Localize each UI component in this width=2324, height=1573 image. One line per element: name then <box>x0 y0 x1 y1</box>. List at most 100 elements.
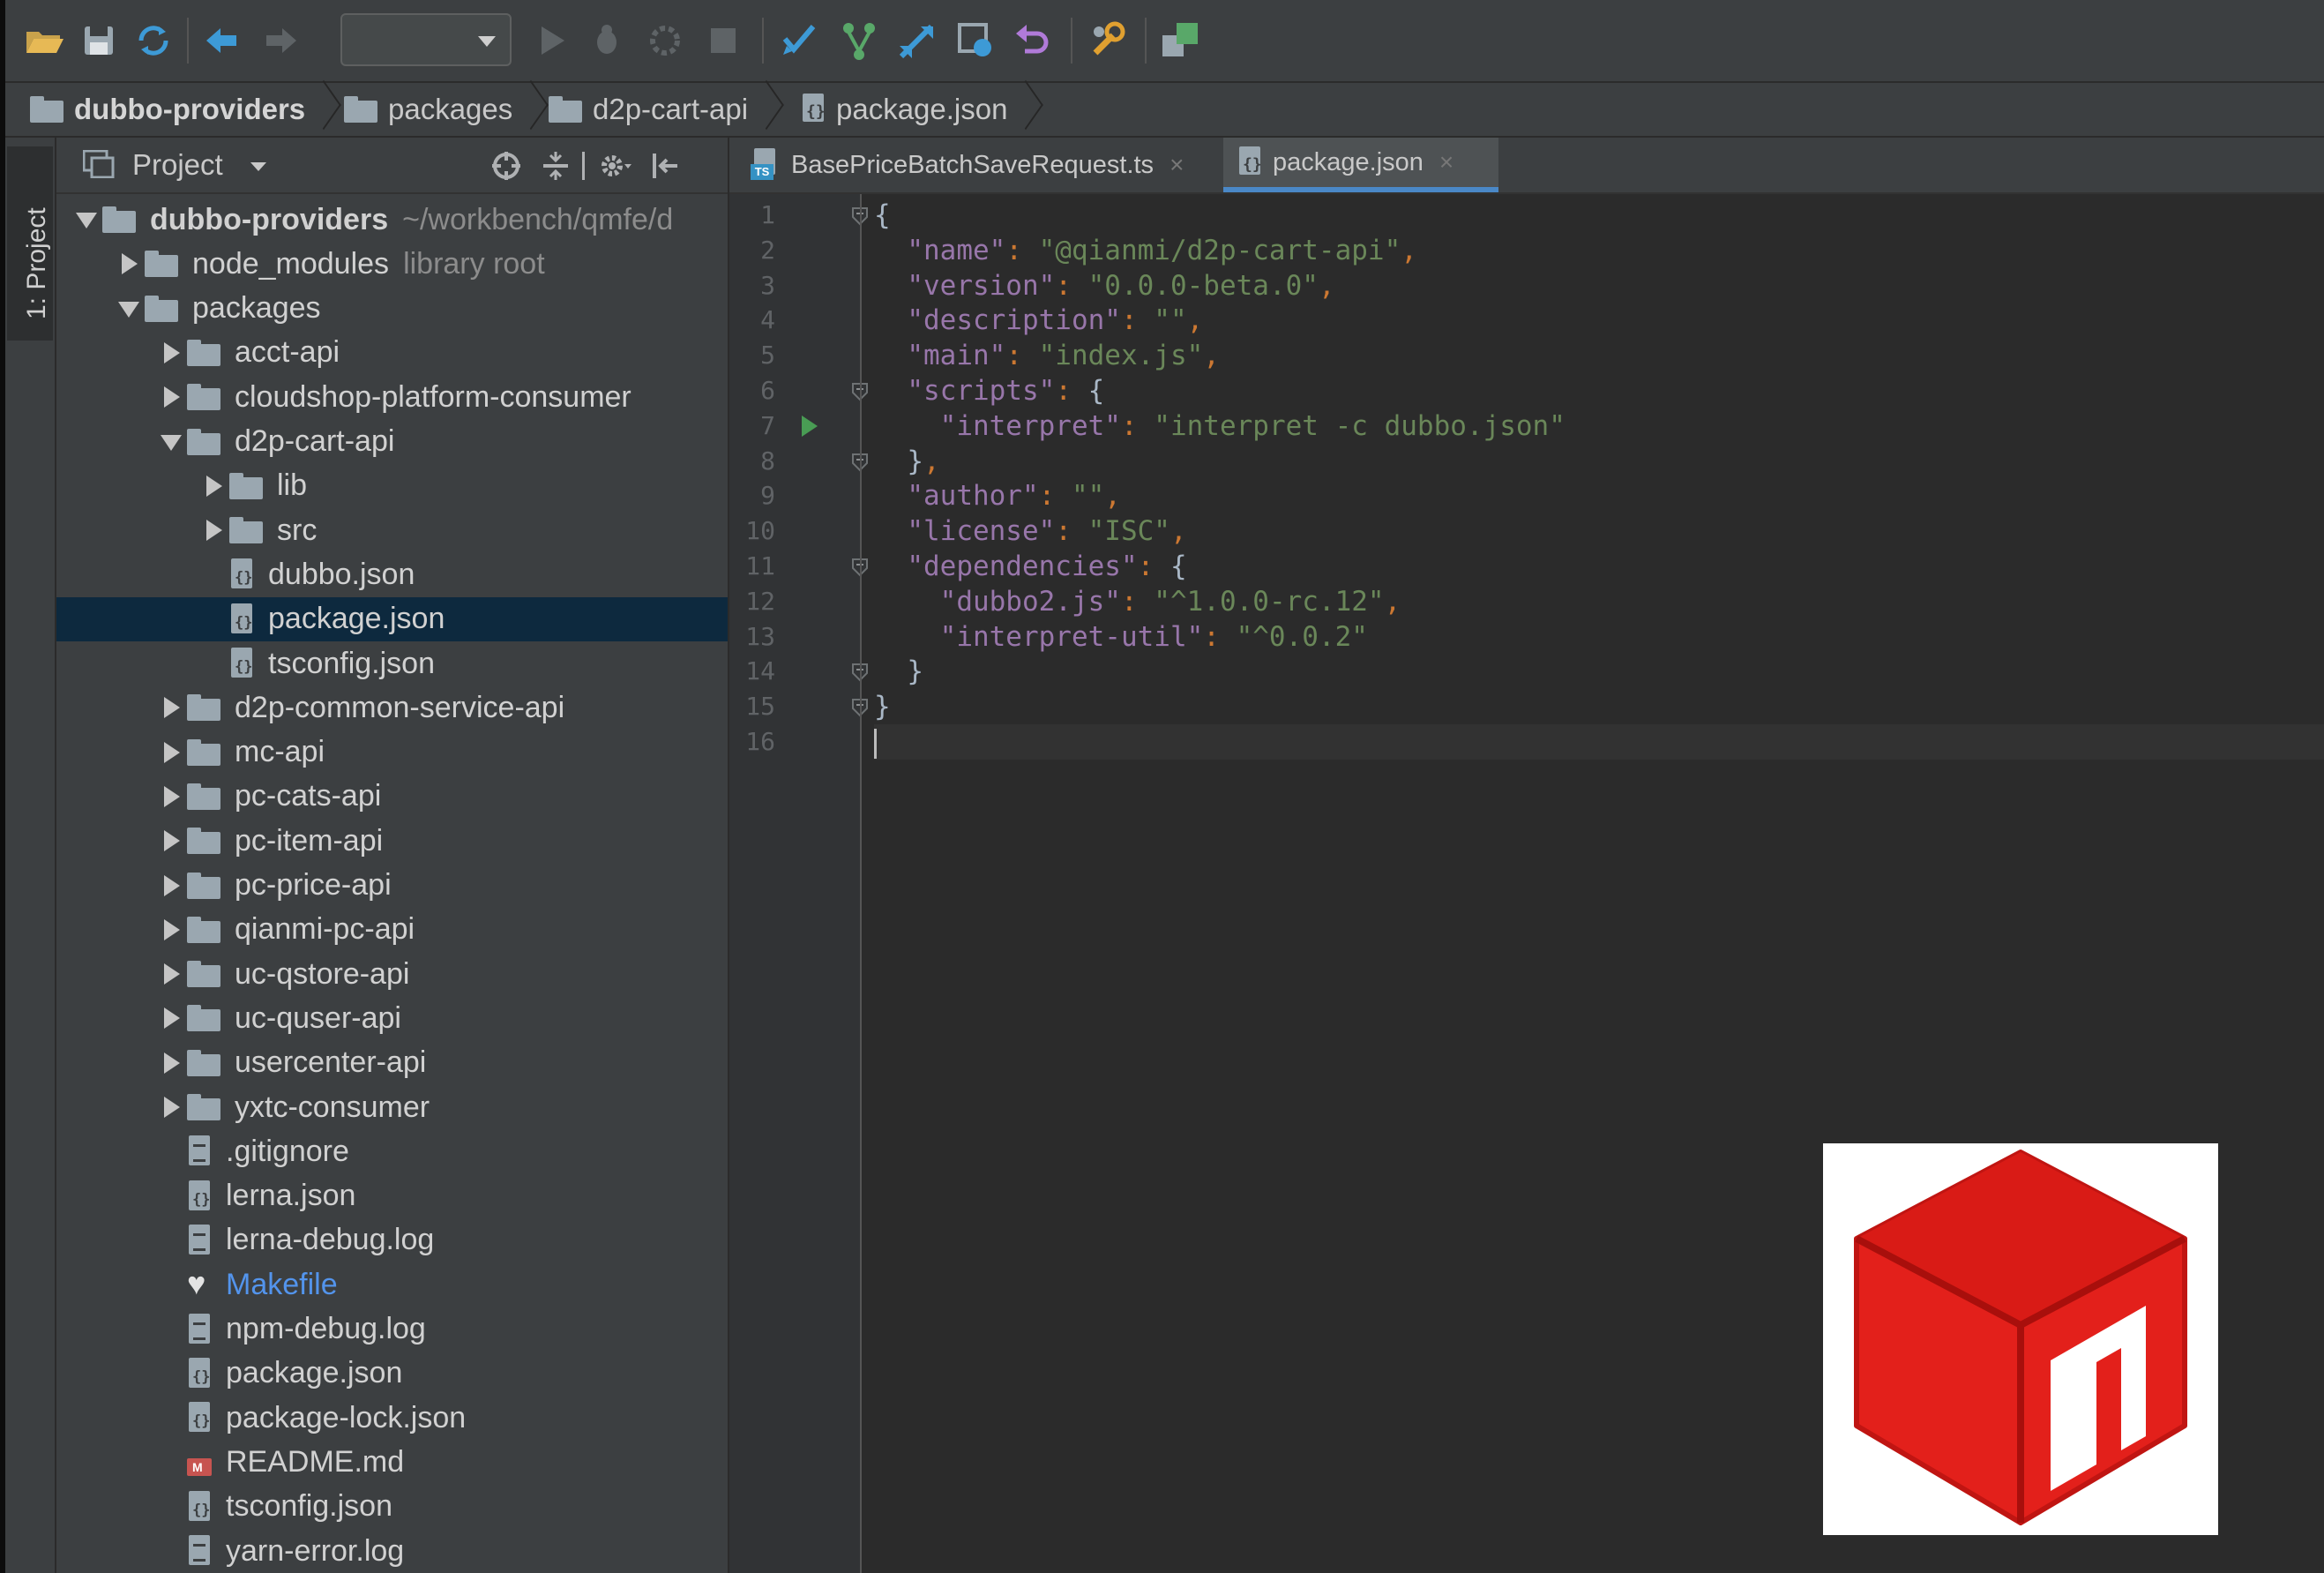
tree-item[interactable]: .gitignore <box>56 1129 728 1173</box>
chevron-right-icon[interactable] <box>155 331 187 375</box>
breadcrumb-item-package-json[interactable]: package.json <box>801 83 1032 136</box>
tab-package-json[interactable]: package.json × <box>1223 138 1498 192</box>
chevron-right-icon[interactable] <box>155 1041 187 1085</box>
collapse-all-icon[interactable] <box>538 150 573 182</box>
line-number-gutter[interactable]: 1 2 3 4 5 6 7 8 9 10 11 12 13 14 15 16 <box>729 194 868 1573</box>
chevron-right-icon[interactable] <box>155 952 187 996</box>
tree-item[interactable]: dubbo.json <box>56 552 728 596</box>
code-line[interactable]: "main": "index.js", <box>874 338 2324 373</box>
tree-item[interactable]: package-lock.json <box>56 1396 728 1440</box>
chevron-right-icon[interactable] <box>113 242 145 286</box>
tree-item[interactable]: d2p-cart-api <box>56 420 728 464</box>
chevron-right-icon[interactable] <box>155 375 187 419</box>
code-line[interactable]: "license": "ISC", <box>874 513 2324 549</box>
tree-item[interactable]: lib <box>56 464 728 508</box>
chevron-right-icon[interactable] <box>155 908 187 952</box>
code-line[interactable]: }, <box>874 444 2324 479</box>
tree-item[interactable]: d2p-common-service-api <box>56 685 728 730</box>
code-line[interactable]: } <box>874 689 2324 724</box>
tree-item[interactable]: tsconfig.json <box>56 641 728 685</box>
tree-item[interactable]: yxtc-consumer <box>56 1085 728 1129</box>
hide-panel-icon[interactable] <box>649 150 684 182</box>
breadcrumb-item-d2p-cart-api[interactable]: d2p-cart-api <box>549 83 773 136</box>
tree-item[interactable]: yarn-error.log <box>56 1529 728 1573</box>
tree-item[interactable]: pc-price-api <box>56 864 728 908</box>
open-folder-icon[interactable] <box>23 19 65 62</box>
tree-item[interactable]: src <box>56 508 728 552</box>
code-line[interactable]: "dubbo2.js": "^1.0.0-rc.12", <box>874 584 2324 619</box>
close-icon[interactable]: × <box>1169 151 1184 179</box>
code-line[interactable]: "author": "", <box>874 478 2324 513</box>
tree-item[interactable]: npm-debug.log <box>56 1307 728 1352</box>
tree-item[interactable]: Makefile <box>56 1262 728 1307</box>
chevron-right-icon[interactable] <box>155 1085 187 1129</box>
tree-item[interactable]: qianmi-pc-api <box>56 908 728 952</box>
tree-item[interactable]: mc-api <box>56 730 728 775</box>
gear-icon[interactable] <box>598 150 633 182</box>
breadcrumb-item-dubbo-providers[interactable]: dubbo-providers <box>30 83 330 136</box>
code-line[interactable] <box>874 724 2324 760</box>
code-line[interactable]: "name": "@qianmi/d2p-cart-api", <box>874 233 2324 268</box>
chevron-right-icon[interactable] <box>155 996 187 1040</box>
code-line[interactable]: "description": "", <box>874 303 2324 338</box>
code-line[interactable]: } <box>874 654 2324 689</box>
scroll-from-source-icon[interactable] <box>489 150 524 182</box>
tree-item[interactable]: tsconfig.json <box>56 1485 728 1529</box>
run-script-icon[interactable] <box>802 415 818 437</box>
tree-item[interactable]: uc-quser-api <box>56 996 728 1040</box>
tree-item[interactable]: uc-qstore-api <box>56 952 728 996</box>
chevron-right-icon[interactable] <box>155 685 187 730</box>
code-line[interactable]: "scripts": { <box>874 373 2324 408</box>
coverage-icon[interactable] <box>644 19 686 62</box>
revert-icon[interactable] <box>1013 19 1055 62</box>
settings-wrench-icon[interactable] <box>1087 19 1129 62</box>
project-tool-window-button[interactable]: 1: Project <box>7 146 53 341</box>
forward-arrow-icon[interactable] <box>259 19 302 62</box>
tree-item[interactable]: README.md <box>56 1440 728 1484</box>
tab-basepricebatchsaverequest-ts[interactable]: BasePriceBatchSaveRequest.ts × <box>738 138 1196 192</box>
tree-item[interactable]: package.json <box>56 596 728 641</box>
run-icon[interactable] <box>531 19 573 62</box>
tree-item[interactable]: node_modules library root <box>56 242 728 286</box>
tree-item[interactable]: packages <box>56 287 728 331</box>
chevron-right-icon[interactable] <box>155 775 187 819</box>
breadcrumb-item-packages[interactable]: packages <box>344 83 537 136</box>
debug-icon[interactable] <box>586 19 628 62</box>
code-line[interactable]: { <box>874 198 2324 233</box>
code-line[interactable]: "interpret-util": "^0.0.2" <box>874 619 2324 655</box>
tree-item[interactable]: usercenter-api <box>56 1041 728 1085</box>
stop-icon[interactable] <box>702 19 744 62</box>
chevron-down-icon[interactable] <box>155 420 187 464</box>
tree-item[interactable]: dubbo-providers ~/workbench/qmfe/d <box>56 198 728 242</box>
close-icon[interactable]: × <box>1439 148 1453 176</box>
save-icon[interactable] <box>78 19 120 62</box>
vcs-update-icon[interactable] <box>778 19 820 62</box>
back-arrow-icon[interactable] <box>201 19 243 62</box>
project-view-selector[interactable]: Project <box>132 146 223 184</box>
tree-item[interactable]: package.json <box>56 1352 728 1396</box>
chevron-right-icon[interactable] <box>155 730 187 775</box>
tree-item[interactable]: pc-cats-api <box>56 775 728 819</box>
chevron-right-icon[interactable] <box>155 819 187 863</box>
chevron-right-icon[interactable] <box>155 864 187 908</box>
run-configuration-select[interactable] <box>340 13 512 66</box>
sync-icon[interactable] <box>132 19 175 62</box>
vcs-branch-icon[interactable] <box>838 19 880 62</box>
chevron-down-icon[interactable] <box>250 162 266 171</box>
code-line[interactable]: "interpret": "interpret -c dubbo.json" <box>874 408 2324 444</box>
chevron-down-icon[interactable] <box>113 287 145 331</box>
project-structure-icon[interactable] <box>1159 19 1201 62</box>
vcs-history-icon[interactable] <box>954 19 997 62</box>
tree-item[interactable]: lerna-debug.log <box>56 1218 728 1262</box>
chevron-down-icon[interactable] <box>71 198 102 242</box>
tree-item[interactable]: acct-api <box>56 331 728 375</box>
tree-item[interactable]: pc-item-api <box>56 819 728 863</box>
chevron-right-icon[interactable] <box>198 464 229 508</box>
code-line[interactable]: "dependencies": { <box>874 549 2324 584</box>
tree-item[interactable]: cloudshop-platform-consumer <box>56 375 728 419</box>
vcs-push-icon[interactable] <box>896 19 938 62</box>
code-line[interactable]: "version": "0.0.0-beta.0", <box>874 268 2324 303</box>
chevron-right-icon[interactable] <box>198 508 229 552</box>
tree-item[interactable]: lerna.json <box>56 1174 728 1218</box>
